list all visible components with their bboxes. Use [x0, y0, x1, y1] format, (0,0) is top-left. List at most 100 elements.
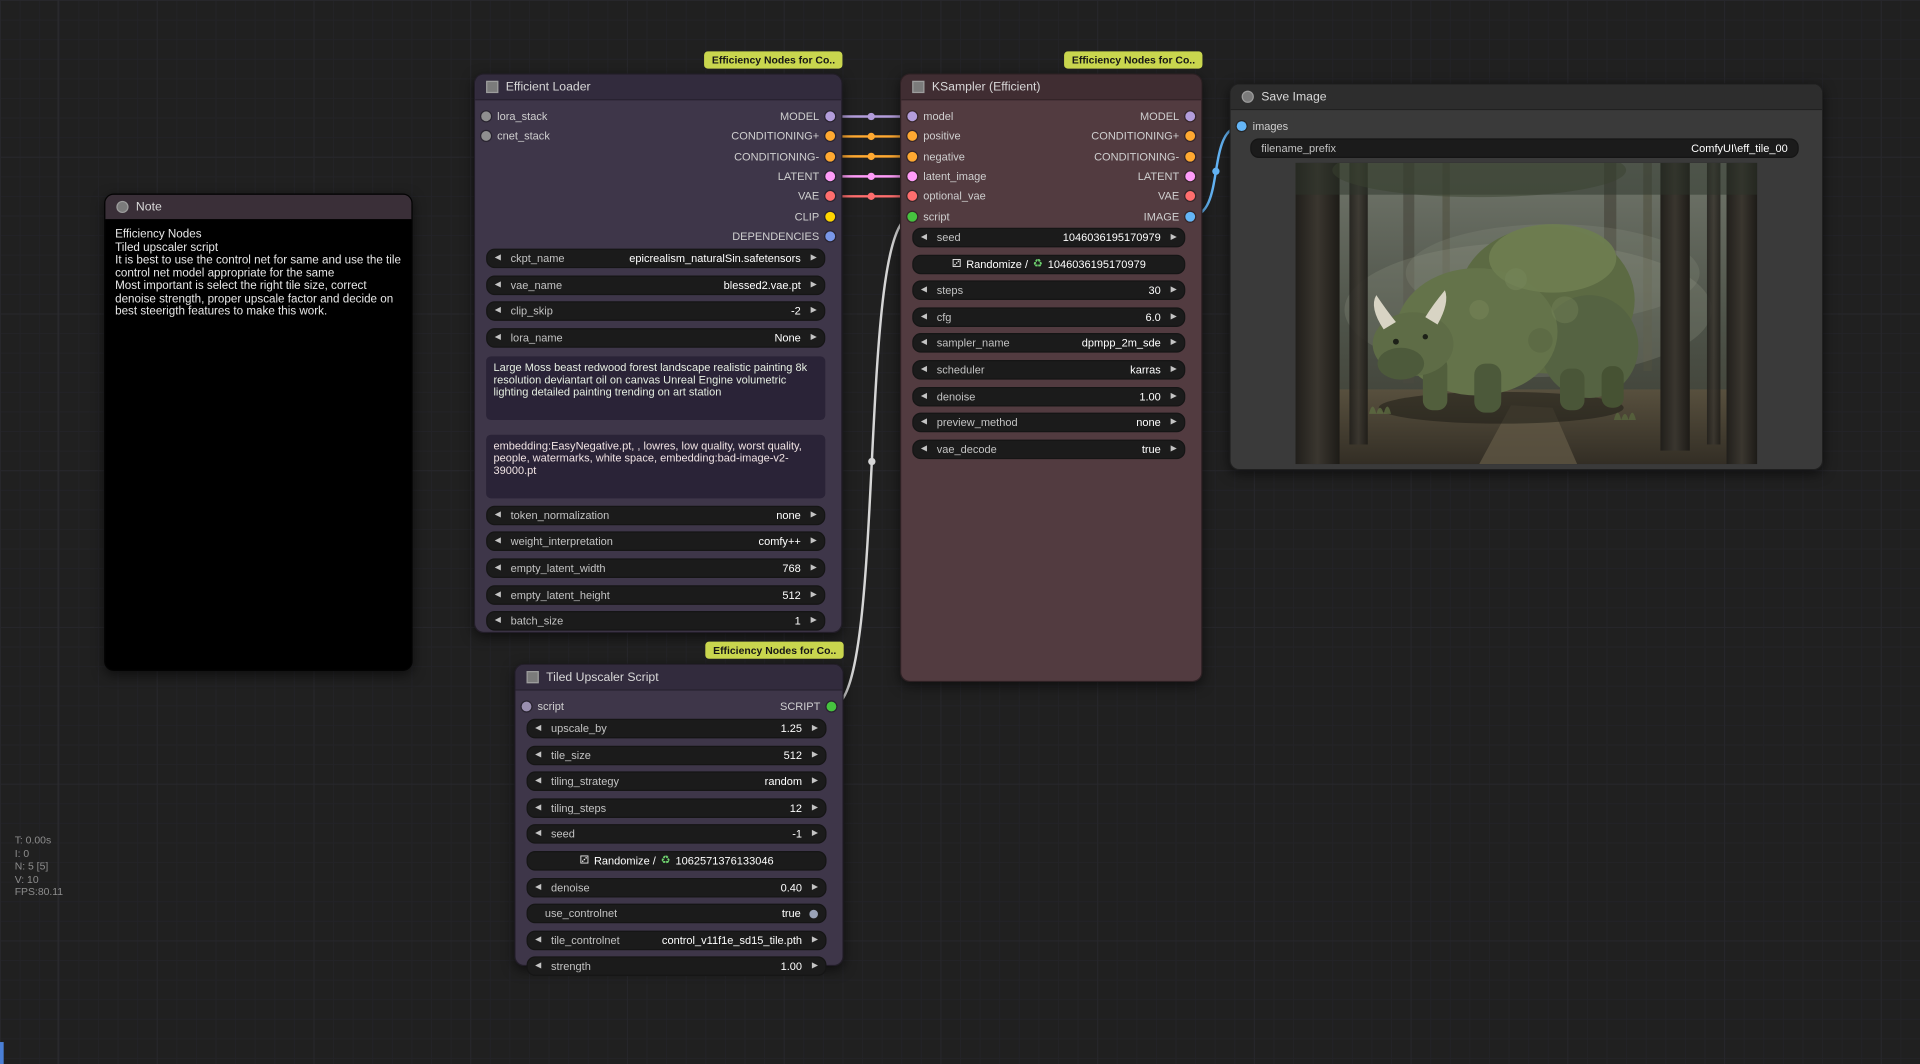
node-header[interactable]: Efficient Loader	[475, 75, 841, 101]
widget-tiling_strategy[interactable]: ◀tiling_strategyrandom▶	[527, 772, 827, 792]
node-header[interactable]: KSampler (Efficient)	[901, 75, 1201, 101]
decrement-arrow-icon[interactable]: ◀	[495, 533, 501, 550]
widget-empty_latent_width[interactable]: ◀empty_latent_width768▶	[486, 558, 825, 578]
note-textarea[interactable]: Efficiency Nodes Tiled upscaler script I…	[105, 219, 411, 670]
slot-dot[interactable]	[1237, 121, 1247, 131]
increment-arrow-icon[interactable]: ▶	[812, 826, 818, 843]
decrement-arrow-icon[interactable]: ◀	[495, 507, 501, 524]
increment-arrow-icon[interactable]: ▶	[1171, 441, 1177, 458]
decrement-arrow-icon[interactable]: ◀	[495, 250, 501, 267]
widget-filename_prefix[interactable]: filename_prefixComfyUI\eff_tile_00	[1250, 138, 1799, 158]
slot-dot[interactable]	[1185, 132, 1195, 142]
node-canvas[interactable]: T: 0.00sI: 0N: 5 [5]V: 10FPS:80.11 Note …	[0, 0, 1920, 1064]
increment-arrow-icon[interactable]: ▶	[811, 533, 817, 550]
widget-denoise[interactable]: ◀denoise0.40▶	[527, 877, 827, 897]
link-midpoint-dot[interactable]	[868, 458, 875, 465]
decrement-arrow-icon[interactable]: ◀	[535, 958, 541, 975]
slot-dot[interactable]	[907, 191, 917, 201]
increment-arrow-icon[interactable]: ▶	[1171, 388, 1177, 405]
toggle-dot-icon[interactable]	[809, 909, 818, 918]
node-note[interactable]: Note Efficiency Nodes Tiled upscaler scr…	[104, 193, 413, 671]
decrement-arrow-icon[interactable]: ◀	[535, 799, 541, 816]
widget-vae_name[interactable]: ◀vae_nameblessed2.vae.pt▶	[486, 275, 825, 295]
decrement-arrow-icon[interactable]: ◀	[921, 282, 927, 299]
slot-dot[interactable]	[1185, 191, 1195, 201]
increment-arrow-icon[interactable]: ▶	[1171, 361, 1177, 378]
increment-arrow-icon[interactable]: ▶	[812, 958, 818, 975]
widget-tile_size[interactable]: ◀tile_size512▶	[527, 745, 827, 765]
increment-arrow-icon[interactable]: ▶	[812, 799, 818, 816]
prompt-textarea-pos[interactable]: Large Moss beast redwood forest landscap…	[486, 356, 825, 420]
collapse-icon[interactable]	[912, 81, 924, 93]
slot-dot[interactable]	[907, 152, 917, 162]
widget-steps[interactable]: ◀steps30▶	[912, 281, 1185, 301]
decrement-arrow-icon[interactable]: ◀	[535, 932, 541, 949]
widget-ckpt_name[interactable]: ◀ckpt_nameepicrealism_naturalSin.safeten…	[486, 249, 825, 269]
decrement-arrow-icon[interactable]: ◀	[535, 879, 541, 896]
slot-dot[interactable]	[827, 702, 837, 712]
widget-seed[interactable]: ◀seed-1▶	[527, 825, 827, 845]
randomize-seed-button[interactable]: ⚂Randomize /♻1062571376133046	[527, 851, 827, 871]
slot-dot[interactable]	[1185, 152, 1195, 162]
link-midpoint-dot[interactable]	[868, 173, 875, 180]
widget-tile_controlnet[interactable]: ◀tile_controlnetcontrol_v11f1e_sd15_tile…	[527, 930, 827, 950]
widget-empty_latent_height[interactable]: ◀empty_latent_height512▶	[486, 585, 825, 605]
decrement-arrow-icon[interactable]: ◀	[921, 388, 927, 405]
decrement-arrow-icon[interactable]: ◀	[495, 612, 501, 629]
node-header[interactable]: Save Image	[1231, 84, 1822, 110]
prompt-textarea-neg[interactable]: embedding:EasyNegative.pt, , lowres, low…	[486, 434, 825, 498]
slot-dot[interactable]	[825, 152, 835, 162]
decrement-arrow-icon[interactable]: ◀	[921, 308, 927, 325]
decrement-arrow-icon[interactable]: ◀	[495, 560, 501, 577]
link-midpoint-dot[interactable]	[868, 193, 875, 200]
slot-dot[interactable]	[825, 231, 835, 241]
node-save-image[interactable]: Save Image images filename_prefixComfyUI…	[1229, 83, 1823, 470]
decrement-arrow-icon[interactable]: ◀	[535, 720, 541, 737]
decrement-arrow-icon[interactable]: ◀	[921, 229, 927, 246]
link-midpoint-dot[interactable]	[868, 153, 875, 160]
increment-arrow-icon[interactable]: ▶	[812, 720, 818, 737]
decrement-arrow-icon[interactable]: ◀	[495, 329, 501, 346]
slot-dot[interactable]	[481, 132, 491, 142]
increment-arrow-icon[interactable]: ▶	[812, 773, 818, 790]
increment-arrow-icon[interactable]: ▶	[811, 586, 817, 603]
increment-arrow-icon[interactable]: ▶	[811, 276, 817, 293]
randomize-seed-button[interactable]: ⚂Randomize /♻1046036195170979	[912, 254, 1185, 274]
increment-arrow-icon[interactable]: ▶	[811, 303, 817, 320]
decrement-arrow-icon[interactable]: ◀	[921, 335, 927, 352]
widget-use_controlnet[interactable]: use_controlnettrue	[527, 904, 827, 924]
slot-dot[interactable]	[825, 171, 835, 181]
collapse-icon[interactable]	[527, 671, 539, 683]
collapse-icon[interactable]	[1242, 91, 1254, 103]
widget-sampler_name[interactable]: ◀sampler_namedpmpp_2m_sde▶	[912, 334, 1185, 354]
widget-strength[interactable]: ◀strength1.00▶	[527, 957, 827, 977]
link-midpoint-dot[interactable]	[868, 133, 875, 140]
increment-arrow-icon[interactable]: ▶	[1171, 308, 1177, 325]
decrement-arrow-icon[interactable]: ◀	[495, 276, 501, 293]
increment-arrow-icon[interactable]: ▶	[1171, 414, 1177, 431]
widget-weight_interpretation[interactable]: ◀weight_interpretationcomfy++▶	[486, 532, 825, 552]
decrement-arrow-icon[interactable]: ◀	[535, 826, 541, 843]
increment-arrow-icon[interactable]: ▶	[1171, 282, 1177, 299]
widget-token_normalization[interactable]: ◀token_normalizationnone▶	[486, 505, 825, 525]
increment-arrow-icon[interactable]: ▶	[811, 560, 817, 577]
decrement-arrow-icon[interactable]: ◀	[921, 361, 927, 378]
widget-seed[interactable]: ◀seed1046036195170979▶	[912, 228, 1185, 248]
increment-arrow-icon[interactable]: ▶	[811, 612, 817, 629]
slot-dot[interactable]	[522, 702, 532, 712]
collapse-icon[interactable]	[486, 81, 498, 93]
node-efficient-loader[interactable]: Efficiency Nodes for Co.. Efficient Load…	[474, 73, 843, 633]
widget-upscale_by[interactable]: ◀upscale_by1.25▶	[527, 719, 827, 739]
node-tiled-upscaler-script[interactable]: Efficiency Nodes for Co.. Tiled Upscaler…	[514, 664, 843, 966]
node-ksampler-efficient[interactable]: Efficiency Nodes for Co.. KSampler (Effi…	[900, 73, 1202, 682]
slot-dot[interactable]	[1185, 112, 1195, 122]
widget-preview_method[interactable]: ◀preview_methodnone▶	[912, 413, 1185, 433]
slot-dot[interactable]	[1185, 211, 1195, 221]
widget-clip_skip[interactable]: ◀clip_skip-2▶	[486, 301, 825, 321]
increment-arrow-icon[interactable]: ▶	[812, 932, 818, 949]
decrement-arrow-icon[interactable]: ◀	[535, 746, 541, 763]
decrement-arrow-icon[interactable]: ◀	[921, 414, 927, 431]
slot-dot[interactable]	[825, 112, 835, 122]
increment-arrow-icon[interactable]: ▶	[812, 879, 818, 896]
increment-arrow-icon[interactable]: ▶	[811, 507, 817, 524]
